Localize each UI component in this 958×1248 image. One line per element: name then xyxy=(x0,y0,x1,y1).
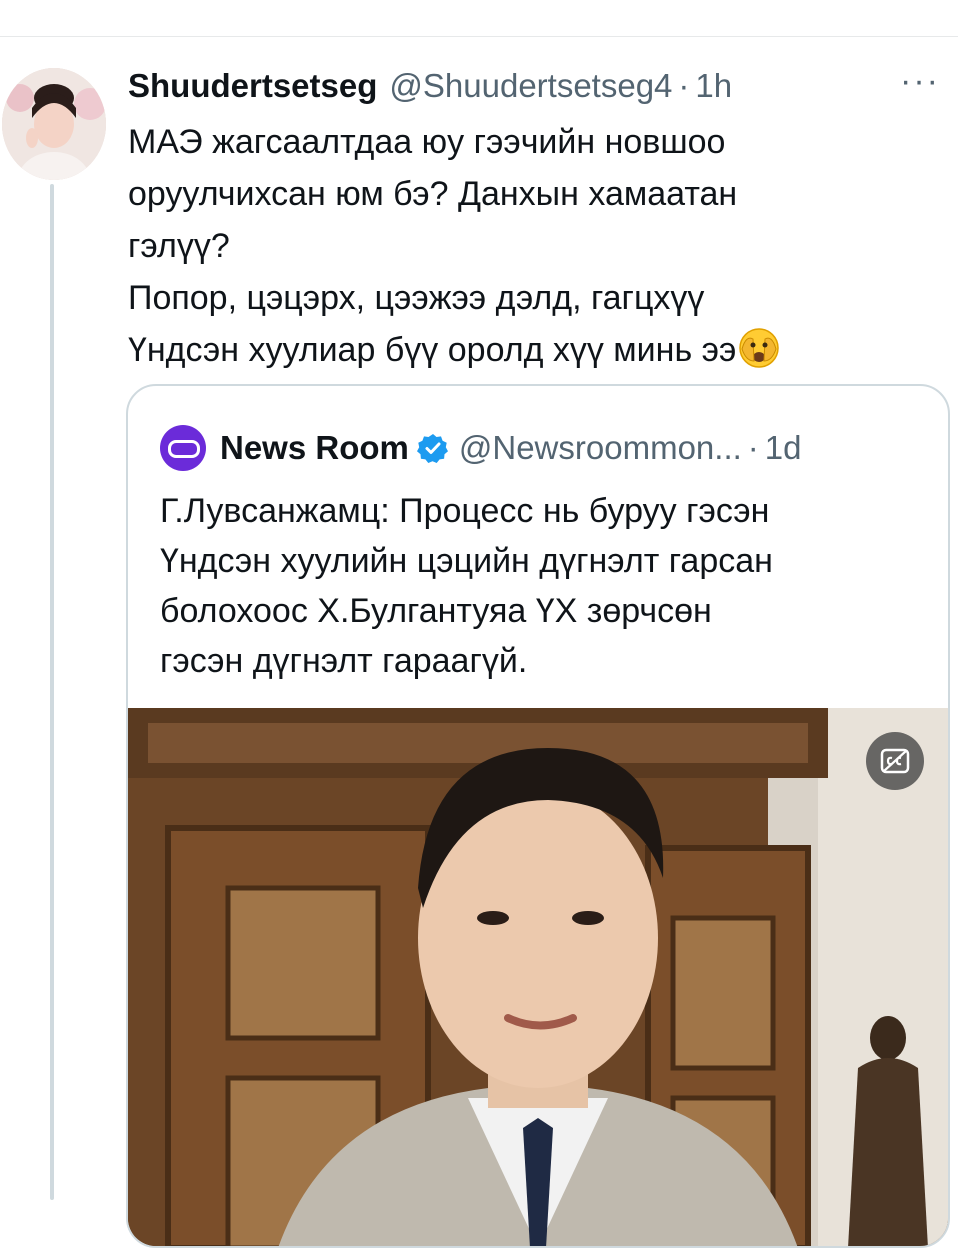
top-divider xyxy=(0,36,958,37)
video-frame-illustration xyxy=(128,708,948,1246)
tweet-time[interactable]: 1h xyxy=(695,67,732,105)
quoted-tweet-time[interactable]: 1d xyxy=(765,429,802,467)
author-handle[interactable]: @Shuudertsetseg4 xyxy=(389,67,672,105)
quoted-author-avatar[interactable] xyxy=(160,425,206,471)
video-thumbnail[interactable] xyxy=(128,708,948,1246)
quoted-text-line: гэсэн дүгнэлт гараагүй. xyxy=(160,642,528,680)
tweet-text-line: МАЭ жагсаалтдаа юу гээчийн новшоо xyxy=(128,123,726,161)
author-avatar[interactable] xyxy=(2,68,106,180)
quoted-text-line: болохоос Х.Булгантуяа ҮХ зөрчсөн xyxy=(160,592,712,630)
quoted-author-name[interactable]: News Room xyxy=(220,429,409,467)
thread-line xyxy=(50,184,54,1200)
quoted-tweet-card[interactable]: News Room @Newsroommon... · 1d Г.Лувсанж… xyxy=(126,384,950,1248)
quoted-tweet-text: Г.Лувсанжамц: Процесс нь буруу гэсэн Үнд… xyxy=(160,486,930,686)
tweet-text-line: Үндсэн хуулиар бүү оролд хүү минь ээ xyxy=(128,331,737,369)
more-options-icon[interactable]: ··· xyxy=(900,62,940,101)
quoted-text-line: Үндсэн хуулийн цэцийн дүгнэлт гарсан xyxy=(160,542,773,580)
tweet-text-line: гэлүү? xyxy=(128,227,230,265)
author-name[interactable]: Shuudertsetseg xyxy=(128,67,377,105)
separator-dot: · xyxy=(747,429,759,466)
verified-badge-icon xyxy=(416,432,449,464)
tweet-text-line: оруулчихсан юм бэ? Данхын хамаатан xyxy=(128,175,738,213)
quoted-text-line: Г.Лувсанжамц: Процесс нь буруу гэсэн xyxy=(160,492,770,530)
quoted-tweet-header: News Room @Newsroommon... · 1d xyxy=(160,425,802,471)
peeking-eye-emoji-icon xyxy=(738,327,780,369)
tweet-text: МАЭ жагсаалтдаа юу гээчийн новшоо оруулч… xyxy=(128,116,928,376)
closed-captions-icon[interactable] xyxy=(866,732,924,790)
tweet-text-line-last: Үндсэн хуулиар бүү оролд хүү минь ээ xyxy=(128,324,928,376)
tweet-text-line: Попор, цэцэрх, цээжээ дэлд, гагцхүү xyxy=(128,279,705,317)
separator-dot: · xyxy=(678,67,690,104)
tweet-header: Shuudertsetseg @Shuudertsetseg4 · 1h xyxy=(128,64,732,108)
quoted-author-handle[interactable]: @Newsroommon... xyxy=(459,429,742,467)
